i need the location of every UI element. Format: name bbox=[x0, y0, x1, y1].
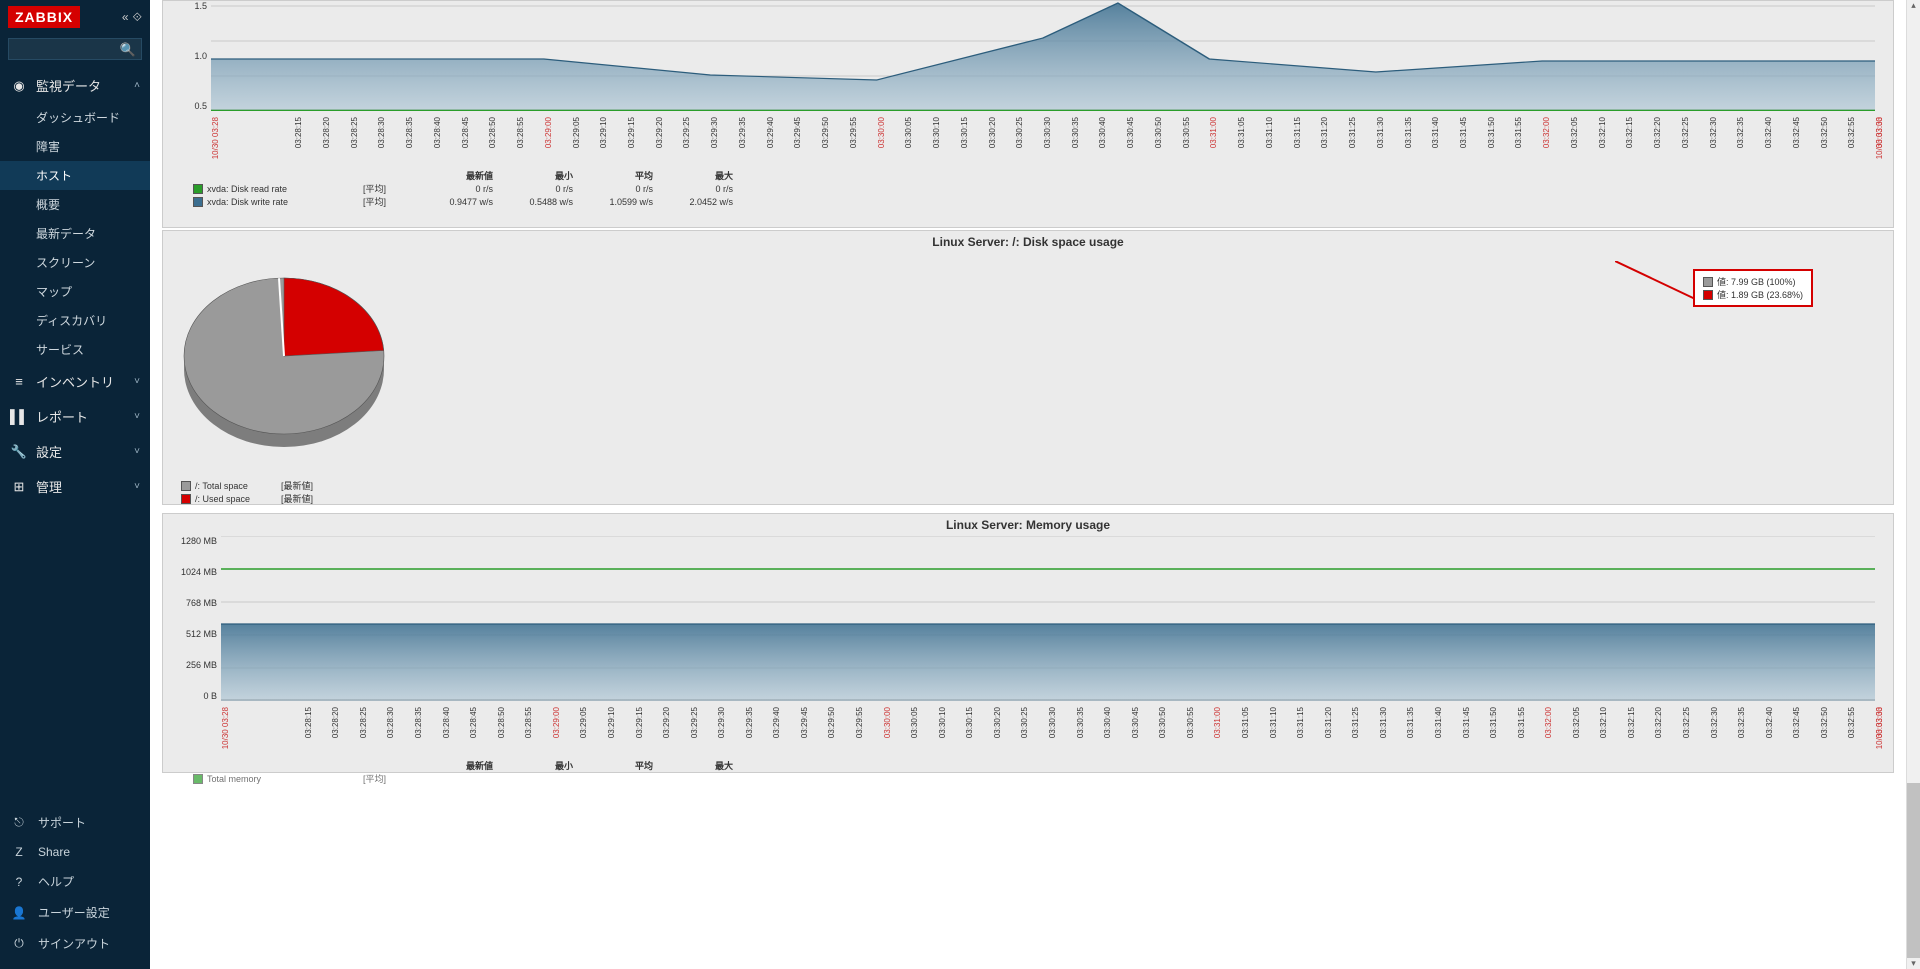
collapse-icon[interactable]: « bbox=[122, 10, 129, 25]
nav-sec-config[interactable]: 🔧 設定 ˅ bbox=[0, 434, 150, 469]
collapse-icons[interactable]: « ⟐ bbox=[122, 10, 142, 25]
logo[interactable]: ZABBIX bbox=[8, 6, 80, 28]
sidebar-item-screens[interactable]: スクリーン bbox=[0, 248, 150, 277]
nav-sec-label: 設定 bbox=[36, 442, 62, 461]
pie-chart bbox=[179, 264, 399, 464]
search-row: 🔍 bbox=[0, 34, 150, 68]
disk-rate-chart: 1.5 1.0 0.5 bbox=[211, 1, 1875, 111]
eye-icon: ◉ bbox=[10, 78, 28, 94]
legend-memory: 最新値 最小 平均 最大 Total memory [平均] bbox=[181, 759, 1875, 785]
sidebar-item-discovery[interactable]: ディスカバリ bbox=[0, 306, 150, 335]
pie-svg bbox=[179, 264, 399, 464]
wrench-icon: 🔧 bbox=[10, 444, 28, 460]
memory-chart: 1280 MB 1024 MB 768 MB 512 MB 256 MB 0 B bbox=[221, 536, 1875, 701]
chart-title-pie: Linux Server: /: Disk space usage bbox=[163, 231, 1893, 249]
legend-row-write: xvda: Disk write rate [平均] 0.9477 w/s 0.… bbox=[193, 195, 1875, 208]
sidebar-bottom: ⎋サポート ZShare ?ヘルプ 👤ユーザー設定 ⏻サインアウト bbox=[0, 807, 150, 969]
chevron-down-icon: ˅ bbox=[134, 411, 140, 422]
nav-sec-label: インベントリ bbox=[36, 372, 114, 391]
pie-value-box: 値: 7.99 GB (100%) 値: 1.89 GB (23.68%) bbox=[1693, 269, 1813, 307]
nav: ◉ 監視データ ˄ ダッシュボード 障害 ホスト 概要 最新データ スクリーン … bbox=[0, 68, 150, 807]
sidebar: ZABBIX « ⟐ 🔍 ◉ 監視データ ˄ ダッシュボード 障害 ホスト 概要… bbox=[0, 0, 150, 969]
scrollbar[interactable]: ▴ ▾ bbox=[1906, 0, 1920, 969]
memory-svg bbox=[221, 536, 1875, 701]
support-icon: ⎋ bbox=[10, 815, 28, 830]
nav-sec-label: 監視データ bbox=[36, 76, 101, 95]
user-settings-link[interactable]: 👤ユーザー設定 bbox=[0, 897, 150, 928]
expand-icon[interactable]: ⟐ bbox=[133, 10, 142, 25]
nav-sec-inventory[interactable]: ≡ インベントリ ˅ bbox=[0, 364, 150, 399]
share-link[interactable]: ZShare bbox=[0, 838, 150, 866]
main: 1.5 1.0 0.5 bbox=[150, 0, 1906, 969]
share-icon: Z bbox=[10, 845, 28, 859]
nav-sec-admin[interactable]: ⊞ 管理 ˅ bbox=[0, 469, 150, 504]
sidebar-item-problems[interactable]: 障害 bbox=[0, 132, 150, 161]
sidebar-item-dashboard[interactable]: ダッシュボード bbox=[0, 103, 150, 132]
scroll-up-icon[interactable]: ▴ bbox=[1907, 0, 1920, 11]
chevron-up-icon: ˄ bbox=[134, 80, 140, 91]
user-icon: 👤 bbox=[10, 906, 28, 920]
area-svg bbox=[211, 1, 1875, 111]
chevron-down-icon: ˅ bbox=[134, 481, 140, 492]
pie-legend: /: Total space[最新値] /: Used space[最新値] bbox=[169, 479, 1875, 505]
panel-disk-space: Linux Server: /: Disk space usage bbox=[162, 230, 1894, 505]
sidebar-item-overview[interactable]: 概要 bbox=[0, 190, 150, 219]
help-icon: ? bbox=[10, 875, 28, 889]
y-axis-labels: 1.5 1.0 0.5 bbox=[179, 1, 207, 111]
nav-sec-label: レポート bbox=[36, 407, 88, 426]
pie-body: 値: 7.99 GB (100%) 値: 1.89 GB (23.68%) bbox=[163, 249, 1893, 479]
search-icon[interactable]: 🔍 bbox=[120, 42, 136, 58]
list-icon: ≡ bbox=[10, 374, 28, 389]
chevron-down-icon: ˅ bbox=[134, 446, 140, 457]
nav-sec-monitoring[interactable]: ◉ 監視データ ˄ bbox=[0, 68, 150, 103]
x-axis-labels-2: 10/30 03:2803:28:1503:28:2003:28:2503:28… bbox=[221, 705, 1875, 755]
chart-title-memory: Linux Server: Memory usage bbox=[163, 514, 1893, 532]
panel-disk-rate: 1.5 1.0 0.5 bbox=[162, 0, 1894, 228]
nav-sec-reports[interactable]: ▌▌ レポート ˅ bbox=[0, 399, 150, 434]
chevron-down-icon: ˅ bbox=[134, 376, 140, 387]
scroll-down-icon[interactable]: ▾ bbox=[1907, 958, 1920, 969]
help-link[interactable]: ?ヘルプ bbox=[0, 866, 150, 897]
legend-row-read: xvda: Disk read rate [平均] 0 r/s 0 r/s 0 … bbox=[193, 182, 1875, 195]
gear-icon: ⊞ bbox=[10, 479, 28, 495]
signout-link[interactable]: ⏻サインアウト bbox=[0, 928, 150, 959]
nav-sec-label: 管理 bbox=[36, 477, 62, 496]
scroll-thumb[interactable] bbox=[1907, 783, 1920, 958]
power-icon: ⏻ bbox=[10, 936, 28, 951]
sidebar-item-latest[interactable]: 最新データ bbox=[0, 219, 150, 248]
y-axis-labels-mem: 1280 MB 1024 MB 768 MB 512 MB 256 MB 0 B bbox=[179, 536, 217, 701]
support-link[interactable]: ⎋サポート bbox=[0, 807, 150, 838]
x-axis-labels-1: 10/30 03:2803:28:1503:28:2003:28:2503:28… bbox=[211, 115, 1875, 165]
legend-disk-rate: 最新値 最小 平均 最大 xvda: Disk read rate [平均] 0… bbox=[181, 169, 1875, 208]
bar-chart-icon: ▌▌ bbox=[10, 409, 28, 424]
sidebar-header: ZABBIX « ⟐ bbox=[0, 0, 150, 34]
sidebar-item-maps[interactable]: マップ bbox=[0, 277, 150, 306]
legend-row-total-mem: Total memory [平均] bbox=[193, 772, 1875, 785]
nav-sub-monitoring: ダッシュボード 障害 ホスト 概要 最新データ スクリーン マップ ディスカバリ… bbox=[0, 103, 150, 364]
sidebar-item-hosts[interactable]: ホスト bbox=[0, 161, 150, 190]
panel-memory: Linux Server: Memory usage 1280 MB 1024 … bbox=[162, 513, 1894, 773]
sidebar-item-services[interactable]: サービス bbox=[0, 335, 150, 364]
